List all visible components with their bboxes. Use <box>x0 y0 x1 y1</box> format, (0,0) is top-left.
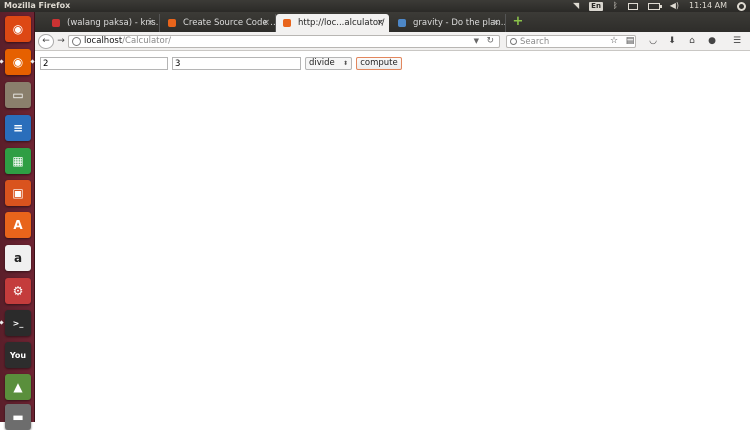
app-icon[interactable]: ▲ <box>5 374 31 400</box>
site-favicon-icon <box>168 19 176 27</box>
url-host: localhost <box>84 36 123 46</box>
system-settings-icon[interactable]: ⚙ <box>5 278 31 304</box>
close-icon[interactable]: × <box>492 14 500 32</box>
operation-selected-value: divide <box>309 58 335 68</box>
navigation-toolbar: ← → localhost/Calculator/ ▼ ↻ ☆ ▤ ◡ ⬇ ⌂ … <box>35 32 750 51</box>
downloads-icon[interactable]: ⬇ <box>667 36 677 46</box>
home-icon[interactable]: ⌂ <box>687 36 697 46</box>
bookmarks-menu-icon[interactable]: ▤ <box>625 36 635 46</box>
window-title: Mozilla Firefox <box>4 1 71 10</box>
tab-gmail[interactable]: (walang paksa) - kris... × <box>45 14 160 32</box>
bookmark-star-icon[interactable]: ☆ <box>609 36 619 46</box>
tab-bar: (walang paksa) - kris... × Create Source… <box>35 12 750 32</box>
top-panel: Mozilla Firefox ◥ En ᛒ ◀) 11:14 AM <box>0 0 750 12</box>
tab-gravity[interactable]: gravity - Do the plan... × <box>391 14 506 32</box>
session-gear-icon[interactable] <box>737 1 746 11</box>
site-favicon-icon <box>398 19 406 27</box>
close-icon[interactable]: × <box>262 14 270 32</box>
url-path: /Calculator/ <box>122 36 172 46</box>
firefox-icon[interactable]: ◉ <box>5 49 31 75</box>
url-bar[interactable]: localhost/Calculator/ ▼ ↻ <box>68 35 500 48</box>
new-tab-button[interactable]: + <box>511 14 525 30</box>
clock[interactable]: 11:14 AM <box>689 0 727 12</box>
forward-button[interactable]: → <box>55 36 67 47</box>
dash-home-icon[interactable]: ◉ <box>5 16 31 42</box>
page-content: divide ⬍ compute <box>35 51 750 422</box>
url-text[interactable]: localhost/Calculator/ <box>84 36 171 47</box>
youtube-icon[interactable]: You <box>5 342 31 368</box>
libreoffice-writer-icon[interactable]: ≡ <box>5 115 31 141</box>
operation-select[interactable]: divide ⬍ <box>305 57 352 70</box>
hamburger-menu-icon[interactable]: ☰ <box>732 36 742 46</box>
software-center-icon[interactable]: A <box>5 212 31 238</box>
reload-icon[interactable]: ↻ <box>486 36 494 47</box>
network-icon[interactable]: ◥ <box>573 0 579 12</box>
files-icon[interactable]: ▭ <box>5 82 31 108</box>
app-icon-2[interactable]: ▬ <box>5 404 31 430</box>
compute-button[interactable]: compute <box>356 57 402 70</box>
bluetooth-icon[interactable]: ᛒ <box>613 0 618 12</box>
launcher: ◉ ◉ ▭ ≡ ▦ ▣ Aa ⚙ >_ You ▲ ▬ <box>0 12 35 430</box>
running-indicator-icon <box>0 320 4 325</box>
keyboard-layout-indicator[interactable]: En <box>589 1 603 11</box>
close-icon[interactable]: × <box>146 14 154 32</box>
terminal-icon[interactable]: >_ <box>5 310 31 336</box>
running-indicator-icon <box>0 59 4 64</box>
search-icon <box>510 38 517 45</box>
back-button[interactable]: ← <box>38 34 54 49</box>
history-dropdown-icon[interactable]: ▼ <box>474 36 479 47</box>
libreoffice-calc-icon[interactable]: ▦ <box>5 148 31 174</box>
battery-icon[interactable] <box>647 2 662 10</box>
tab-calculator[interactable]: http://loc...alculator/ × <box>276 14 389 32</box>
amazon-icon[interactable]: a <box>5 245 31 271</box>
libreoffice-impress-icon[interactable]: ▣ <box>5 180 31 206</box>
active-indicator-icon <box>30 59 35 64</box>
close-icon[interactable]: × <box>376 14 384 32</box>
gmail-favicon-icon <box>52 19 60 27</box>
pocket-icon[interactable]: ◡ <box>648 36 658 46</box>
site-favicon-icon <box>283 19 291 27</box>
operand-2-input[interactable] <box>172 57 301 70</box>
tab-label: http://loc...alculator/ <box>298 18 385 28</box>
globe-icon <box>72 37 81 46</box>
mail-icon[interactable] <box>627 2 638 10</box>
operand-1-input[interactable] <box>40 57 168 70</box>
volume-icon[interactable]: ◀) <box>670 0 679 12</box>
system-tray: ◥ En ᛒ ◀) 11:14 AM <box>573 0 746 12</box>
tab-create-source-code[interactable]: Create Source Code ... × <box>161 14 276 32</box>
chat-icon[interactable]: ● <box>707 36 717 46</box>
updown-arrows-icon: ⬍ <box>342 60 348 67</box>
